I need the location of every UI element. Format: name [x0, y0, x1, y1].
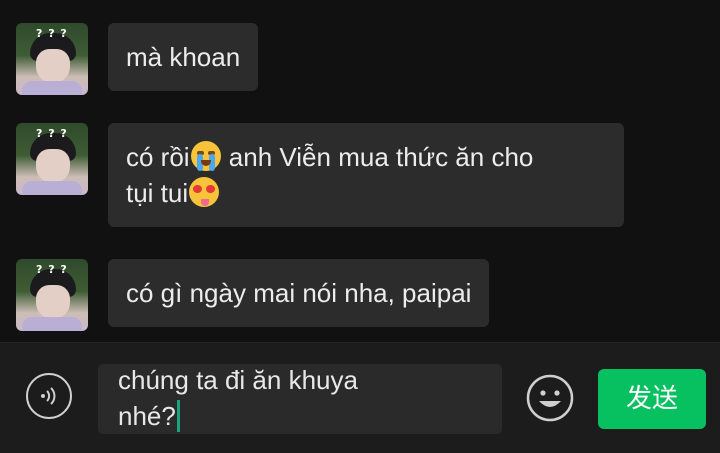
message-text: mà khoan	[126, 42, 241, 72]
send-button[interactable]: 发送	[598, 369, 706, 429]
heart-eyes-face-icon	[189, 177, 220, 207]
voice-icon	[41, 387, 56, 405]
message-text: có rồi	[126, 142, 190, 172]
message-input[interactable]: chúng ta đi ăn khuya nhé?	[98, 364, 502, 434]
message-bubble[interactable]: có gì ngày mai nói nha, paipai	[108, 259, 490, 327]
avatar[interactable]: ? ? ?	[16, 259, 88, 331]
avatar-question-marks: ? ? ?	[36, 263, 68, 276]
message-row: ? ? ? mà khoan	[16, 23, 259, 95]
avatar[interactable]: ? ? ?	[16, 23, 88, 95]
crying-face-icon	[190, 141, 221, 171]
message-text: anh Viễn mua thức ăn cho	[221, 142, 534, 172]
input-text-line2: nhé?	[118, 401, 176, 431]
message-text: có gì ngày mai nói nha, paipai	[126, 278, 472, 308]
message-row: ? ? ? có gì ngày mai nói nha, paipai	[16, 259, 490, 331]
message-bubble[interactable]: mà khoan	[108, 23, 259, 91]
avatar-question-marks: ? ? ?	[36, 27, 68, 40]
voice-button[interactable]	[26, 373, 72, 419]
smiley-icon	[526, 374, 574, 422]
avatar[interactable]: ? ? ?	[16, 123, 88, 195]
message-bubble[interactable]: có rồi anh Viễn mua thức ăn cho tụi tui	[108, 123, 624, 227]
message-row: ? ? ? có rồi anh Viễn mua thức ăn cho tụi…	[16, 123, 624, 227]
message-text: tụi tui	[126, 178, 189, 208]
emoji-button[interactable]	[525, 373, 575, 423]
avatar-question-marks: ? ? ?	[36, 127, 68, 140]
chat-area: ? ? ? mà khoan ? ? ? có rồi anh Viễn mua…	[0, 0, 720, 342]
text-caret	[176, 400, 180, 432]
input-text-line1: chúng ta đi ăn khuya	[118, 365, 358, 395]
